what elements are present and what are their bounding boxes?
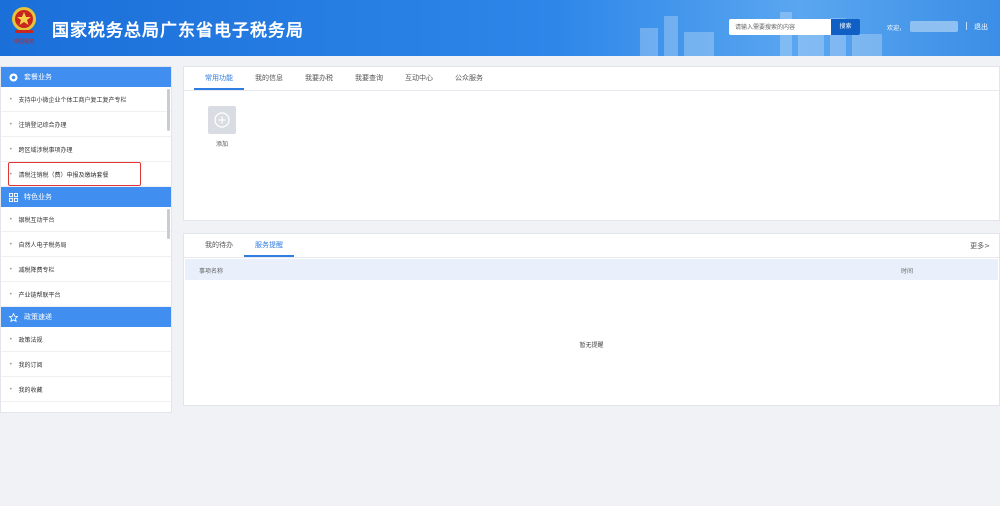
grid-icon [9,192,18,202]
sidebar-item-label: 减税降费专栏 [18,266,55,274]
sidebar-section-title: 特色业务 [24,193,52,201]
header-separator: | [965,21,968,30]
todo-tabs: 我的待办 服务提醒 [184,234,999,258]
add-function-label: 添加 [215,141,228,148]
sidebar-item-policy-law[interactable]: • 政策法规 [1,327,171,352]
reminders-panel: 我的待办 服务提醒 更多> 事项名称 时间 暂无提醒 [183,233,1000,406]
welcome-text: 欢迎， [887,25,906,32]
sidebar-scrollbar-1[interactable] [167,89,170,131]
sidebar-item-label: 跨区域涉税事项办理 [18,146,73,154]
plus-circle-icon [214,112,230,128]
sidebar-item-label: 注销登记综合办理 [18,121,67,129]
sidebar: 套餐业务 • 支持中小微企业个体工商户复工复产专栏 • 注销登记综合办理 • 跨区域涉… [0,66,172,413]
tab-interaction[interactable]: 互动中心 [394,67,444,90]
top-header: 中国税务 国家税务总局广东省电子税务局 搜索 欢迎， | 退出 [0,0,1000,56]
sidebar-item-cross-region[interactable]: • 跨区域涉税事项办理 [1,137,171,162]
column-header-time: 时间 [901,268,914,275]
sidebar-section-policy[interactable]: 政策速递 [1,307,171,327]
sidebar-item-label: 政策法规 [18,336,43,344]
sidebar-item-label: 我的收藏 [18,386,43,394]
sidebar-scrollbar-2[interactable] [167,209,170,239]
sidebar-item-deregistration[interactable]: • 注销登记综合办理 [1,112,171,137]
sidebar-item-label: 支持中小微企业个体工商户复工复产专栏 [18,96,127,104]
empty-state-text: 暂无提醒 [579,342,604,349]
sidebar-section-featured[interactable]: 特色业务 [1,187,171,207]
emblem-caption: 中国税务 [14,38,34,45]
column-header-item-name: 事项名称 [199,268,224,275]
sidebar-section-package[interactable]: 套餐业务 [1,67,171,87]
tab-service-reminders[interactable]: 服务提醒 [244,234,294,257]
user-name-masked [910,21,958,32]
tab-do-tax[interactable]: 我要办税 [294,67,344,90]
sidebar-item-label: 自然人电子税务局 [18,241,67,249]
star-icon [9,312,18,322]
sidebar-item-label: 银税互动平台 [18,216,55,224]
tax-emblem-icon: 中国税务 [12,7,36,45]
sidebar-item-industry-chain[interactable]: • 产业链帮联平台 [1,282,171,307]
tab-query[interactable]: 我要查询 [344,67,394,90]
function-tabs: 常用功能 我的信息 我要办税 我要查询 互动中心 公众服务 [184,67,999,91]
tab-my-todo[interactable]: 我的待办 [194,234,244,257]
add-function-button[interactable] [208,106,236,134]
sidebar-item-label: 产业链帮联平台 [18,291,61,299]
common-functions-panel: 常用功能 我的信息 我要办税 我要查询 互动中心 公众服务 添加 [183,66,1000,221]
table-header: 事项名称 时间 [185,259,998,280]
sidebar-item-tax-clearance-package[interactable]: • 清税注销税（费）申报及缴纳套餐 [1,162,171,187]
sidebar-item-tax-cut[interactable]: • 减税降费专栏 [1,257,171,282]
search-button[interactable]: 搜索 [831,19,860,35]
sidebar-item-label: 我的订阅 [18,361,43,369]
sidebar-item-favorites[interactable]: • 我的收藏 [1,377,171,402]
sidebar-item-covid-support[interactable]: • 支持中小微企业个体工商户复工复产专栏 [1,87,171,112]
tab-common-functions[interactable]: 常用功能 [194,67,244,90]
more-link[interactable]: 更多> [970,241,990,251]
sidebar-item-subscriptions[interactable]: • 我的订阅 [1,352,171,377]
tab-my-info[interactable]: 我的信息 [244,67,294,90]
logout-link[interactable]: 退出 [974,22,988,32]
sidebar-section-title: 套餐业务 [24,73,52,81]
site-title: 国家税务总局广东省电子税务局 [52,21,304,41]
sidebar-item-bank-tax[interactable]: • 银税互动平台 [1,207,171,232]
sidebar-item-natural-person[interactable]: • 自然人电子税务局 [1,232,171,257]
search-input[interactable] [729,19,832,35]
sidebar-item-label: 清税注销税（费）申报及缴纳套餐 [18,171,109,179]
tab-public-service[interactable]: 公众服务 [444,67,494,90]
package-icon [9,72,18,82]
sidebar-section-title: 政策速递 [24,313,52,321]
